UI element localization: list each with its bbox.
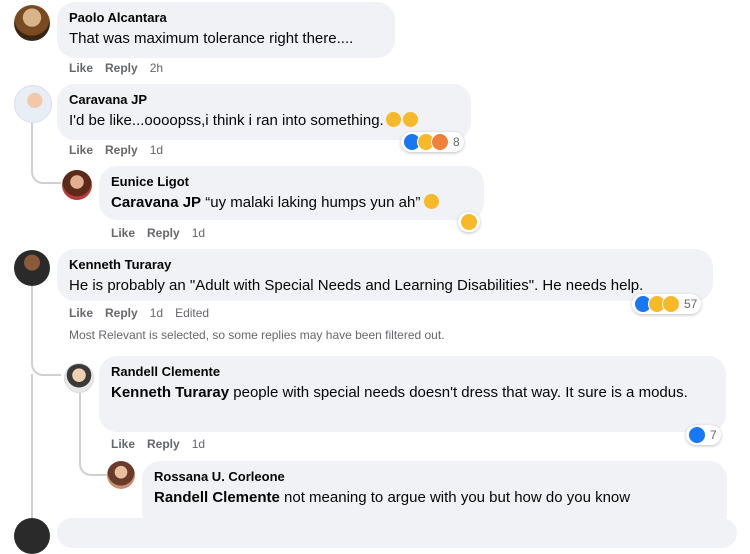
comment-author[interactable]: Eunice Ligot <box>111 174 472 190</box>
reply-button[interactable]: Reply <box>105 143 138 157</box>
comment-text-body: not meaning to argue with you but how do… <box>279 489 631 506</box>
reaction-count: 57 <box>684 297 698 311</box>
mention-link[interactable]: Randell Clemente <box>154 489 280 506</box>
thread-line <box>31 286 61 376</box>
comment-text-body: I'd be like...oooopss,i think i ran into… <box>69 112 384 129</box>
comment-author[interactable]: Rossana U. Corleone <box>154 469 715 485</box>
mention-link[interactable]: Kenneth Turaray <box>111 384 229 401</box>
laughing-emoji-icon <box>385 112 401 127</box>
comment-text-body: “uy malaki laking humps yun ah” <box>201 194 421 211</box>
avatar[interactable] <box>107 461 135 489</box>
like-reaction-icon <box>688 426 706 444</box>
comment-text-body: people with special needs doesn't dress … <box>229 384 688 401</box>
comment-text: I'd be like...oooopss,i think i ran into… <box>69 111 459 131</box>
timestamp[interactable]: 1d <box>192 226 205 240</box>
comment-actions: Like Reply 1d <box>69 142 175 158</box>
timestamp[interactable]: 1d <box>192 437 205 451</box>
avatar[interactable] <box>14 518 50 554</box>
reaction-count: 7 <box>710 428 717 442</box>
haha-reaction-icon <box>662 295 680 313</box>
comment-text: He is probably an "Adult with Special Ne… <box>69 277 644 294</box>
like-button[interactable]: Like <box>111 226 135 240</box>
reply-bubble: Randell Clemente Kenneth Turaray people … <box>99 356 726 432</box>
reply-button[interactable]: Reply <box>147 226 180 240</box>
like-button[interactable]: Like <box>111 437 135 451</box>
comment-text: Randell Clemente not meaning to argue wi… <box>154 488 715 508</box>
comment-bubble: Kenneth Turaray He is probably an "Adult… <box>57 249 713 301</box>
comment-text: That was maximum tolerance right there..… <box>69 30 354 47</box>
reaction-summary[interactable]: 8 <box>401 132 464 152</box>
timestamp[interactable]: 1d <box>150 143 163 157</box>
thread-line <box>31 120 61 184</box>
reaction-summary[interactable]: 7 <box>686 425 721 445</box>
haha-reaction-icon <box>460 213 478 231</box>
angry-reaction-icon <box>431 133 449 151</box>
filter-notice: Most Relevant is selected, so some repli… <box>69 328 445 342</box>
laughing-emoji-icon <box>424 194 440 209</box>
comment-text: Kenneth Turaray people with special need… <box>111 383 714 403</box>
like-button[interactable]: Like <box>69 306 93 320</box>
avatar[interactable] <box>62 170 92 200</box>
reply-button[interactable]: Reply <box>147 437 180 451</box>
timestamp[interactable]: 2h <box>150 61 163 75</box>
comment-actions: Like Reply 1d Edited <box>69 305 221 321</box>
avatar[interactable] <box>64 363 94 393</box>
timestamp[interactable]: 1d <box>150 306 163 320</box>
comment-text: Caravana JP “uy malaki laking humps yun … <box>111 193 472 213</box>
reaction-summary[interactable] <box>458 212 480 232</box>
like-button[interactable]: Like <box>69 61 93 75</box>
comment-actions: Like Reply 2h <box>69 60 175 76</box>
like-button[interactable]: Like <box>69 143 93 157</box>
reply-button[interactable]: Reply <box>105 306 138 320</box>
reaction-summary[interactable]: 57 <box>632 294 702 314</box>
grinning-emoji-icon <box>402 112 418 127</box>
thread-line <box>31 374 33 524</box>
comment-actions: Like Reply 1d <box>111 225 217 241</box>
comment-actions: Like Reply 1d <box>111 436 217 452</box>
avatar[interactable] <box>14 5 50 41</box>
mention-link[interactable]: Caravana JP <box>111 194 201 211</box>
comment-author[interactable]: Paolo Alcantara <box>69 10 383 26</box>
reaction-count: 8 <box>453 135 460 149</box>
comment-bubble: Paolo Alcantara That was maximum toleran… <box>57 2 395 58</box>
comment-bubble <box>57 518 737 548</box>
comment-author[interactable]: Randell Clemente <box>111 364 714 380</box>
comment-author[interactable]: Caravana JP <box>69 92 459 108</box>
avatar[interactable] <box>14 250 50 286</box>
reply-button[interactable]: Reply <box>105 61 138 75</box>
comment-author[interactable]: Kenneth Turaray <box>69 257 701 273</box>
edited-label: Edited <box>175 306 210 320</box>
avatar[interactable] <box>14 85 52 123</box>
reply-bubble: Eunice Ligot Caravana JP “uy malaki laki… <box>99 166 484 220</box>
